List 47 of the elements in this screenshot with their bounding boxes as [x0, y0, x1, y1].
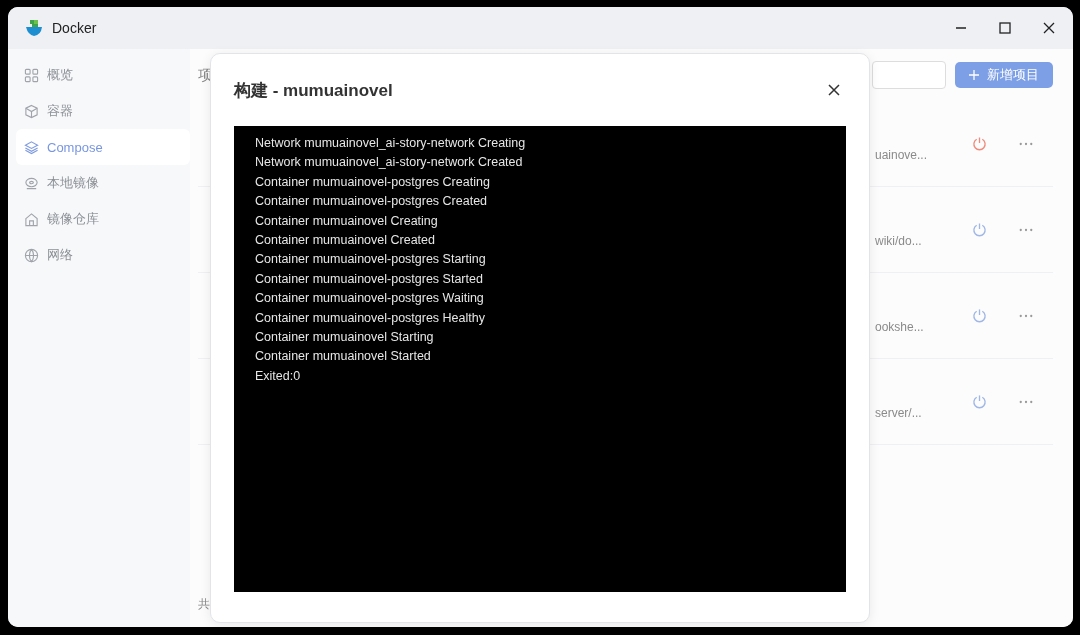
project-path: server/...: [875, 405, 923, 420]
power-icon[interactable]: [972, 136, 987, 151]
log-line: Container mumuainovel-postgres Created: [255, 193, 489, 211]
log-line: Network mumuainovel_ai-story-network Created: [255, 154, 524, 172]
sidebar-item[interactable]: 容器: [16, 93, 190, 129]
log-line: Container mumuainovel Starting: [255, 329, 435, 347]
log-line: Network mumuainovel_ai-story-network Creating: [255, 135, 527, 152]
house-icon: [24, 211, 39, 227]
log-line: Exited:0: [255, 367, 302, 385]
log-line: Container mumuainovel-postgres Started: [255, 270, 484, 288]
project-path: uainove...: [875, 147, 929, 162]
sidebar-item[interactable]: 镜像仓库: [16, 201, 190, 237]
sidebar-item[interactable]: Compose: [16, 129, 190, 165]
log-line: Container mumuainovel-postgres Starting: [255, 251, 487, 269]
more-icon[interactable]: [1019, 313, 1033, 318]
log-line: Container mumuainovel Creating: [255, 212, 439, 230]
project-path: ookshe...: [875, 319, 925, 334]
plus-icon: [969, 70, 979, 80]
power-icon[interactable]: [972, 394, 987, 409]
log-line: Container mumuainovel Started: [255, 348, 432, 366]
power-icon[interactable]: [972, 308, 987, 323]
add-project-button[interactable]: 新增项目: [955, 62, 1053, 88]
log-line: Container mumuainovel Created: [255, 232, 436, 250]
more-icon[interactable]: [1019, 141, 1033, 146]
dialog-title: 构建 - mumuainovel: [234, 79, 393, 102]
sidebar-item[interactable]: 概览: [16, 57, 190, 93]
grid-icon: [24, 67, 39, 83]
more-icon[interactable]: [1019, 399, 1033, 404]
sidebar-item[interactable]: 网络: [16, 237, 190, 273]
project-path: wiki/do...: [875, 233, 923, 248]
log-line: Container mumuainovel-postgres Creating: [255, 173, 491, 191]
footer-text: 共: [198, 596, 211, 613]
close-icon[interactable]: [828, 84, 840, 96]
more-icon[interactable]: [1019, 227, 1033, 232]
close-icon[interactable]: [1043, 22, 1055, 34]
globe-icon: [24, 247, 39, 263]
maximize-icon[interactable]: [999, 22, 1011, 34]
window-title: Docker: [52, 20, 97, 36]
log-line: Container mumuainovel-postgres Healthy: [255, 309, 486, 327]
search-field[interactable]: [872, 61, 946, 89]
log-line: Container mumuainovel-postgres Waiting: [255, 290, 485, 308]
power-icon[interactable]: [972, 222, 987, 237]
whale-icon: [24, 18, 44, 38]
cube-icon: [24, 103, 39, 119]
sidebar-item[interactable]: 本地镜像: [16, 165, 190, 201]
layers-icon: [24, 139, 39, 155]
disc-icon: [24, 175, 39, 191]
